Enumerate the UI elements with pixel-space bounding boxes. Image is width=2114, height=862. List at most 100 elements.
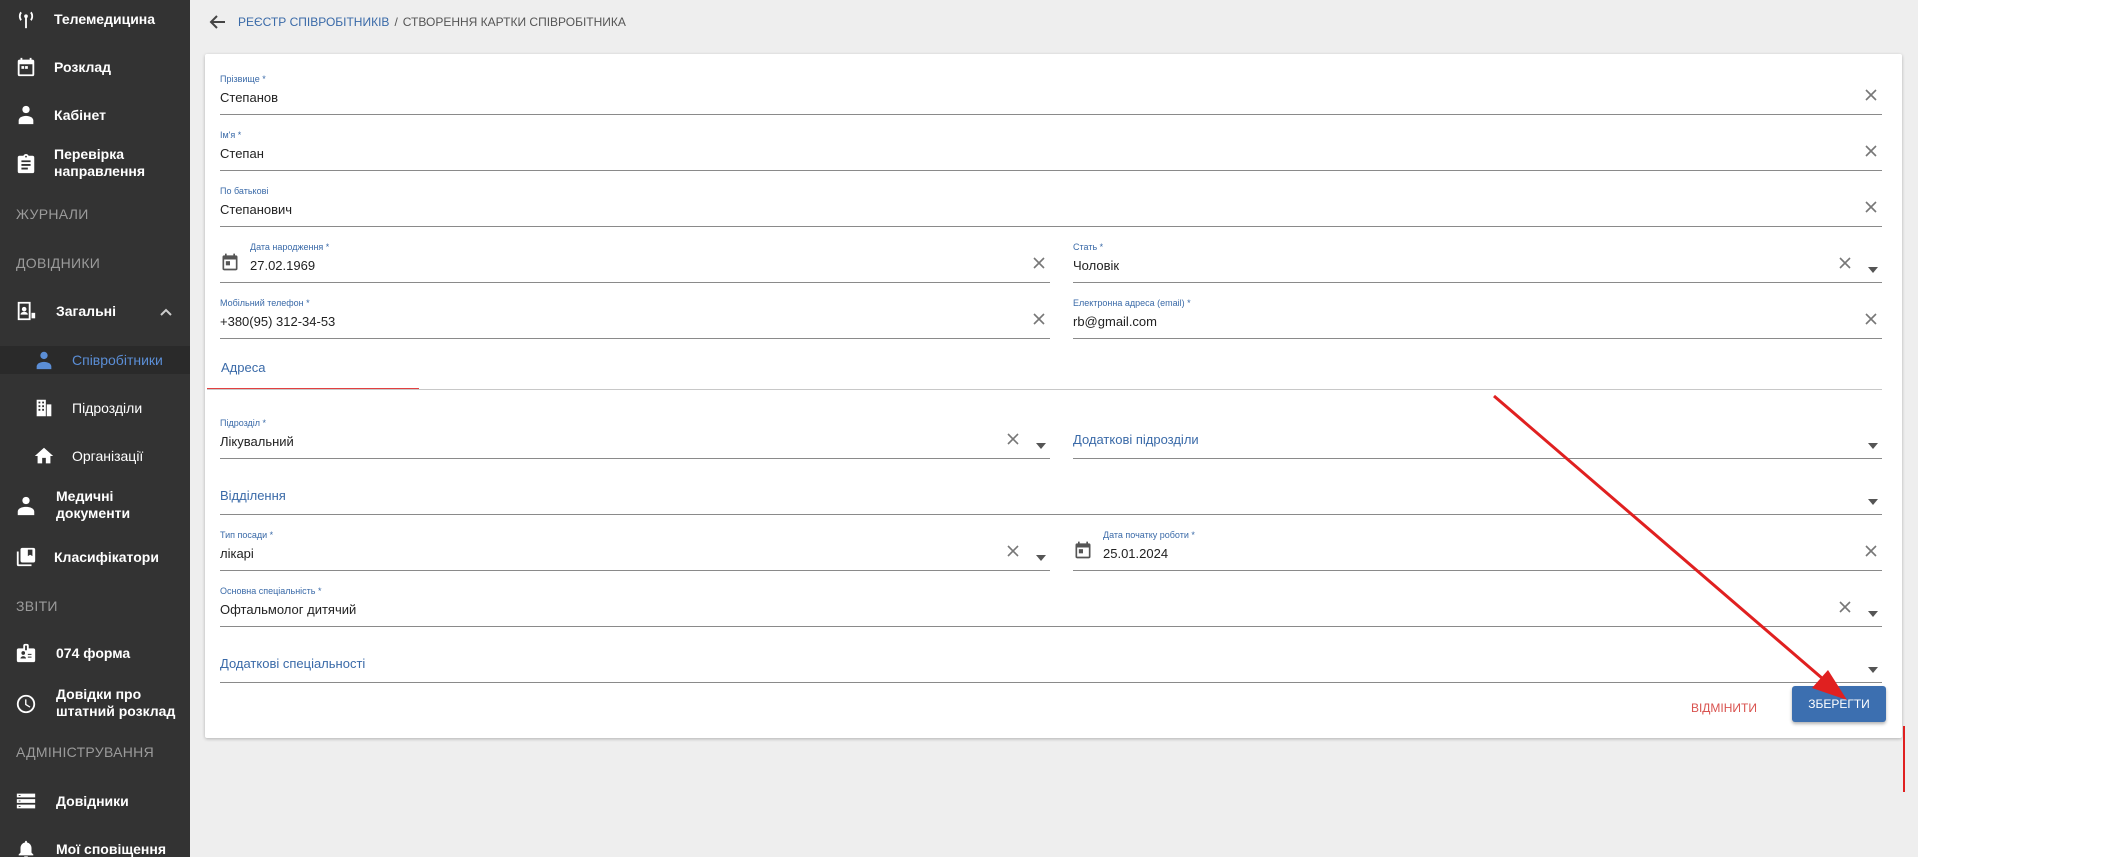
clear-icon[interactable] <box>1032 312 1046 326</box>
calendar-icon <box>14 55 38 79</box>
name-value: Степан <box>220 146 264 161</box>
sidebar-section-references[interactable]: ДОВІДНИКИ <box>16 255 100 271</box>
clear-icon[interactable] <box>1864 200 1878 214</box>
staff-icon <box>32 348 56 372</box>
dropdown-arrow-icon[interactable] <box>1868 660 1878 673</box>
extra-divisions-select[interactable]: Додаткові підрозділи <box>1073 418 1882 459</box>
phone-field[interactable]: Мобільний телефон * +380(95) 312-34-53 <box>220 298 1050 339</box>
clear-icon[interactable] <box>1864 88 1878 102</box>
sidebar-item-label: Співробітники <box>72 351 163 368</box>
birth-date-label: Дата народження * <box>250 242 330 252</box>
birth-date-value: 27.02.1969 <box>250 258 316 273</box>
clear-icon[interactable] <box>1006 544 1020 558</box>
department-select[interactable]: Відділення <box>220 474 1882 515</box>
name-label: Ім'я * <box>220 130 242 140</box>
library-icon <box>14 545 38 569</box>
sidebar-item-medical-documents[interactable]: Медичні документи <box>0 488 190 524</box>
sidebar-item-schedule[interactable]: Розклад <box>0 54 190 80</box>
main-specialty-value: Офтальмолог дитячий <box>220 602 357 617</box>
phone-label: Мобільний телефон * <box>220 298 310 308</box>
sidebar-item-label: Довідки про штатний розклад <box>56 686 176 719</box>
clear-icon[interactable] <box>1838 256 1852 270</box>
breadcrumb-current: СТВОРЕННЯ КАРТКИ СПІВРОБІТНИКА <box>402 15 626 29</box>
sidebar-item-label: Загальні <box>56 302 117 319</box>
dropdown-arrow-icon[interactable] <box>1036 436 1046 449</box>
extra-specialties-select[interactable]: Додаткові спеціальності <box>220 642 1882 683</box>
clear-icon[interactable] <box>1032 256 1046 270</box>
sidebar: Телемедицина Розклад Кабінет Перевірка н… <box>0 0 190 859</box>
clock-icon <box>14 692 38 716</box>
extra-specialties-placeholder: Додаткові спеціальності <box>220 656 366 671</box>
back-arrow-icon[interactable] <box>208 12 228 32</box>
breadcrumb-link-employee-registry[interactable]: РЕЄСТР СПІВРОБІТНИКІВ <box>238 15 389 29</box>
email-value: rb@gmail.com <box>1073 314 1157 329</box>
calendar-icon[interactable] <box>220 252 240 272</box>
division-select[interactable]: Підрозділ * Лікувальний <box>220 418 1050 459</box>
sidebar-item-general[interactable]: Загальні <box>0 298 190 324</box>
sidebar-item-notifications[interactable]: Мої сповіщення <box>0 836 190 862</box>
clear-icon[interactable] <box>1006 432 1020 446</box>
id-card-icon <box>14 299 38 323</box>
chevron-up-icon <box>160 305 172 317</box>
dropdown-arrow-icon[interactable] <box>1868 492 1878 505</box>
sidebar-item-cabinet[interactable]: Кабінет <box>0 102 190 128</box>
sidebar-item-label: Класифікатори <box>54 548 159 565</box>
clear-icon[interactable] <box>1864 144 1878 158</box>
name-field[interactable]: Ім'я * Степан <box>220 130 1882 171</box>
sidebar-item-label: Довідники <box>56 792 129 809</box>
doctor-icon <box>14 103 38 127</box>
breadcrumb: РЕЄСТР СПІВРОБІТНИКІВ / СТВОРЕННЯ КАРТКИ… <box>208 12 626 32</box>
sidebar-item-staff-schedule[interactable]: Довідки про штатний розклад <box>0 686 190 722</box>
sidebar-item-form-074[interactable]: 074 форма <box>0 640 190 666</box>
position-type-label: Тип посади * <box>220 530 274 540</box>
save-button[interactable]: ЗБЕРЕГТИ <box>1792 686 1886 722</box>
division-label: Підрозділ * <box>220 418 267 428</box>
patronymic-value: Степанович <box>220 202 293 217</box>
home-icon <box>32 444 56 468</box>
surname-field[interactable]: Прізвище * Степанов <box>220 74 1882 115</box>
start-date-field[interactable]: Дата початку роботи * 25.01.2024 <box>1073 530 1882 571</box>
patronymic-label: По батькові <box>220 186 269 196</box>
sidebar-item-referral-check[interactable]: Перевірка направлення <box>0 146 190 182</box>
cancel-button[interactable]: ВІДМІНИТИ <box>1680 694 1768 722</box>
sidebar-section-journals[interactable]: ЖУРНАЛИ <box>16 206 89 222</box>
antenna-icon <box>14 7 38 31</box>
bell-icon <box>14 837 38 861</box>
tab-divider <box>207 389 1882 390</box>
gender-select[interactable]: Стать * Чоловік <box>1073 242 1882 283</box>
sidebar-section-admin[interactable]: АДМІНІСТРУВАННЯ <box>16 744 154 760</box>
sidebar-item-divisions[interactable]: Підрозділи <box>0 394 190 422</box>
dropdown-arrow-icon[interactable] <box>1868 436 1878 449</box>
annotation-highlight-line <box>1903 726 1905 792</box>
right-blank-area <box>1918 0 2114 857</box>
main-specialty-select[interactable]: Основна спеціальність * Офтальмолог дитя… <box>220 586 1882 627</box>
clear-icon[interactable] <box>1864 312 1878 326</box>
start-date-value: 25.01.2024 <box>1103 546 1169 561</box>
position-type-select[interactable]: Тип посади * лікарі <box>220 530 1050 571</box>
sidebar-item-employees[interactable]: Співробітники <box>0 346 190 374</box>
dropdown-arrow-icon[interactable] <box>1868 260 1878 273</box>
patronymic-field[interactable]: По батькові Степанович <box>220 186 1882 227</box>
dropdown-arrow-icon[interactable] <box>1036 548 1046 561</box>
building-icon <box>32 396 56 420</box>
sidebar-item-label: Медичні документи <box>56 488 131 521</box>
clear-icon[interactable] <box>1838 600 1852 614</box>
sidebar-item-classifiers[interactable]: Класифікатори <box>0 544 190 570</box>
email-field[interactable]: Електронна адреса (email) * rb@gmail.com <box>1073 298 1882 339</box>
sidebar-item-directories[interactable]: Довідники <box>0 788 190 814</box>
sidebar-item-label: Мої сповіщення <box>56 840 167 857</box>
department-placeholder: Відділення <box>220 488 286 503</box>
calendar-icon[interactable] <box>1073 540 1093 560</box>
sidebar-item-label: Організації <box>72 447 144 464</box>
sidebar-section-reports[interactable]: ЗВІТИ <box>16 598 58 614</box>
tab-address-label: Адреса <box>221 360 266 375</box>
birth-date-field[interactable]: Дата народження * 27.02.1969 <box>220 242 1050 283</box>
main-area: РЕЄСТР СПІВРОБІТНИКІВ / СТВОРЕННЯ КАРТКИ… <box>190 0 1918 857</box>
dropdown-arrow-icon[interactable] <box>1868 604 1878 617</box>
tab-address[interactable]: Адреса <box>207 352 419 390</box>
email-label: Електронна адреса (email) * <box>1073 298 1191 308</box>
clear-icon[interactable] <box>1864 544 1878 558</box>
sidebar-item-telemedicine[interactable]: Телемедицина <box>0 6 190 32</box>
gender-label: Стать * <box>1073 242 1104 252</box>
sidebar-item-organizations[interactable]: Організації <box>0 442 190 470</box>
